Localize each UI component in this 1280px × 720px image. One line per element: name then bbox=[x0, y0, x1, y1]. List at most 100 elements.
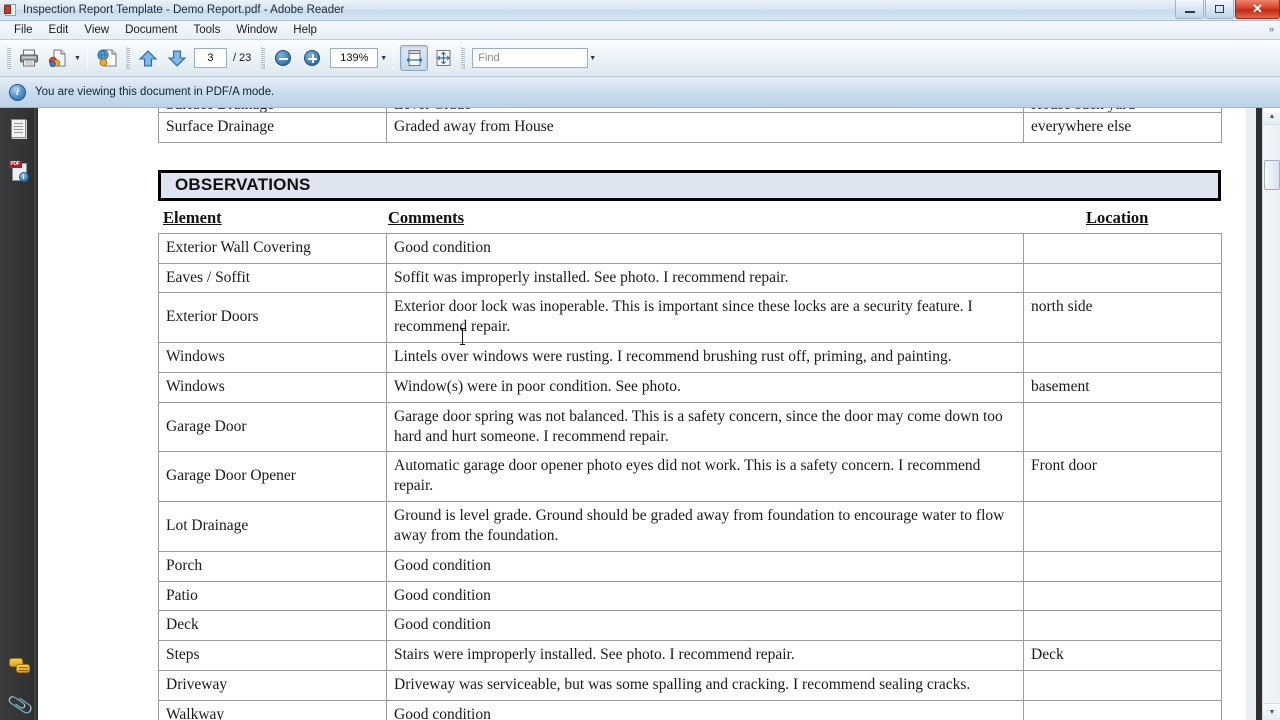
attach-email-button[interactable] bbox=[94, 45, 122, 71]
cell-element: Exterior Doors bbox=[158, 292, 387, 344]
cell-location bbox=[1023, 699, 1222, 720]
table-row: Lot Drainage Ground is level grade. Groun… bbox=[158, 501, 1222, 552]
toolbar-grip-2[interactable] bbox=[125, 47, 130, 69]
zoom-dropdown-chevron-icon[interactable]: ▼ bbox=[380, 55, 387, 62]
minimize-button[interactable] bbox=[1175, 0, 1204, 19]
cell-comment: Lintels over windows were rusting. I rec… bbox=[386, 342, 1024, 373]
header-location: Location bbox=[1086, 207, 1149, 227]
cell-location bbox=[1023, 262, 1222, 294]
fit-width-button[interactable] bbox=[400, 45, 429, 71]
comments-button[interactable] bbox=[0, 645, 38, 687]
cell-comment: Good condition bbox=[386, 610, 1024, 642]
observations-banner: OBSERVATIONS bbox=[158, 169, 1221, 201]
toolbar-grip-3[interactable] bbox=[261, 47, 266, 69]
printer-icon bbox=[20, 49, 38, 67]
table-row: Windows Window(s) were in poor condition.… bbox=[158, 371, 1222, 403]
cell-location bbox=[1023, 401, 1222, 453]
adobe-reader-window: Report Template - Test Tool.tool - Micro… bbox=[0, 0, 1280, 720]
cell-element: Windows bbox=[158, 371, 387, 403]
cell-comment: Garage door spring was not balanced. Thi… bbox=[386, 401, 1024, 453]
toolbar-grip-4[interactable] bbox=[461, 47, 466, 69]
cell-location bbox=[1023, 580, 1222, 612]
cell-comment: Automatic garage door opener photo eyes … bbox=[386, 451, 1024, 503]
previous-page-button[interactable] bbox=[134, 45, 162, 71]
find-input[interactable]: Find bbox=[472, 48, 589, 68]
table-row: Patio Good condition bbox=[158, 580, 1222, 612]
table-row: Windows Lintels over windows were rusting… bbox=[158, 342, 1222, 373]
fit-page-button[interactable] bbox=[429, 45, 457, 71]
pdfa-notice-bar: i You are viewing this document in PDF/A… bbox=[0, 77, 1280, 108]
cell-comment: Good condition bbox=[386, 550, 1024, 582]
menu-item-document[interactable]: Document bbox=[117, 22, 185, 38]
save-copy-button[interactable] bbox=[44, 45, 72, 71]
page-thumbnails-icon bbox=[10, 119, 28, 139]
cell-location bbox=[1023, 501, 1222, 552]
restore-button[interactable] bbox=[1205, 0, 1234, 19]
cell-element: Patio bbox=[158, 580, 387, 612]
cell-comment: Ground is level grade. Ground should be … bbox=[386, 501, 1024, 552]
cell-element: Exterior Wall Covering bbox=[158, 232, 387, 264]
menu-item-help[interactable]: Help bbox=[285, 22, 325, 38]
cell-comment: Good condition bbox=[386, 580, 1024, 612]
table-row: Deck Good condition bbox=[158, 610, 1222, 642]
find-dropdown-chevron-icon[interactable]: ▼ bbox=[589, 55, 596, 62]
toolbar-separator bbox=[86, 47, 88, 69]
cell-location bbox=[1023, 610, 1222, 642]
table-row: Eaves / Soffit Soffit was improperly inst… bbox=[158, 262, 1222, 294]
menu-item-window[interactable]: Window bbox=[228, 22, 285, 38]
cell-location: Front door bbox=[1023, 451, 1222, 503]
document-viewport[interactable]: Surface Drainage Level Grade House back … bbox=[38, 108, 1262, 720]
cell-location: north side bbox=[1023, 292, 1222, 344]
standards-pdfa-button[interactable]: PDF i bbox=[0, 150, 38, 192]
cell-element: Garage Door Opener bbox=[158, 451, 387, 503]
menu-item-file[interactable]: File bbox=[6, 22, 41, 38]
cell-comment: Soffit was improperly installed. See pho… bbox=[386, 262, 1024, 294]
print-button[interactable] bbox=[15, 45, 43, 71]
table-row: Walkway Good condition bbox=[158, 699, 1222, 720]
cell-element: Driveway bbox=[158, 670, 387, 701]
table-row: Driveway Driveway was serviceable, but wa… bbox=[158, 670, 1222, 701]
cell-element: Porch bbox=[158, 550, 387, 582]
cell-element: Surface Drainage bbox=[158, 112, 387, 143]
scrollbar-thumb[interactable] bbox=[1264, 160, 1280, 190]
page-number-input[interactable]: 3 bbox=[193, 48, 227, 68]
cell-comment: Good condition bbox=[386, 699, 1024, 720]
cell-comment: Exterior door lock was inoperable. This … bbox=[386, 292, 1024, 344]
table-row: Garage Door Garage door spring was not ba… bbox=[158, 401, 1222, 453]
observations-table: Exterior Wall Covering Good condition Eave… bbox=[158, 232, 1222, 720]
close-button[interactable]: ✕ bbox=[1235, 0, 1280, 19]
cell-element: Eaves / Soffit bbox=[158, 262, 387, 294]
zoom-level-input[interactable]: 139% bbox=[330, 48, 379, 68]
menu-item-edit[interactable]: Edit bbox=[41, 22, 77, 38]
menu-overflow-chevron-icon[interactable]: » bbox=[1269, 24, 1274, 34]
save-dropdown-chevron-icon[interactable]: ▼ bbox=[74, 55, 81, 62]
cell-element: Steps bbox=[158, 640, 387, 672]
cell-element: Deck bbox=[158, 610, 387, 642]
zoom-out-button[interactable] bbox=[269, 45, 297, 71]
page-thumbnails-button[interactable] bbox=[0, 108, 38, 150]
vertical-scrollbar[interactable]: ▲ ▼ bbox=[1262, 108, 1280, 720]
cell-location: everywhere else bbox=[1023, 112, 1222, 143]
menu-bar: File Edit View Document Tools Window Hel… bbox=[0, 21, 1280, 40]
toolbar-grip[interactable] bbox=[7, 47, 11, 69]
info-icon: i bbox=[9, 83, 26, 101]
cell-element: Walkway bbox=[158, 699, 387, 720]
menu-item-tools[interactable]: Tools bbox=[186, 22, 229, 38]
pdfa-notice-text: You are viewing this document in PDF/A m… bbox=[35, 86, 275, 98]
menu-item-view[interactable]: View bbox=[76, 22, 117, 38]
zoom-in-button[interactable] bbox=[298, 45, 326, 71]
cell-location: Deck bbox=[1023, 640, 1222, 672]
attachments-button[interactable]: 📎 bbox=[0, 686, 38, 720]
surface-drainage-table: Surface Drainage Graded away from House … bbox=[158, 112, 1222, 143]
pdf-page: Surface Drainage Level Grade House back … bbox=[38, 108, 1246, 720]
cell-comment: Stairs were improperly installed. See ph… bbox=[386, 640, 1024, 672]
table-row: Exterior Doors Exterior door lock was ino… bbox=[158, 292, 1222, 344]
cell-location: basement bbox=[1023, 371, 1222, 403]
table-row: Porch Good condition bbox=[158, 550, 1222, 582]
scroll-up-button[interactable]: ▲ bbox=[1263, 108, 1280, 125]
table-row: Garage Door Opener Automatic garage door … bbox=[158, 451, 1222, 503]
email-globe-icon bbox=[97, 49, 117, 67]
scroll-down-button[interactable]: ▼ bbox=[1263, 703, 1280, 720]
cell-element: Windows bbox=[158, 342, 387, 373]
next-page-button[interactable] bbox=[163, 45, 191, 71]
